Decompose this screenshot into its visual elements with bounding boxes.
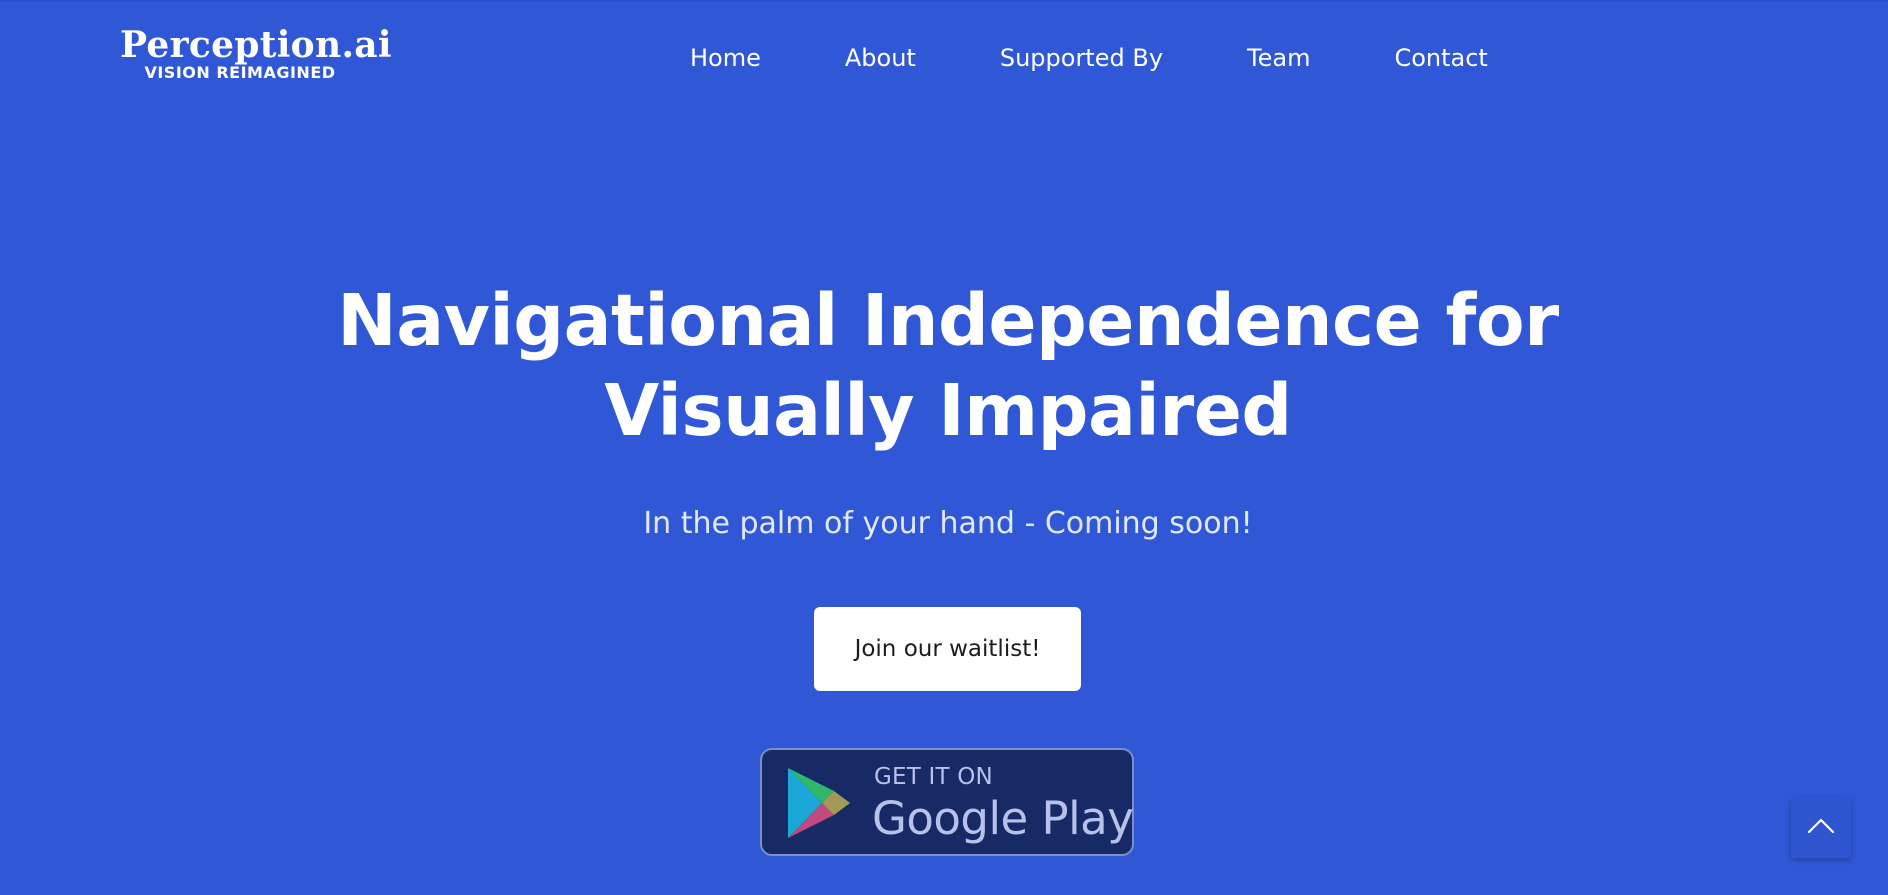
badge-store-name: Google Play <box>872 792 1134 845</box>
site-logo[interactable]: Perception.ai VISION REIMAGINED <box>120 24 392 82</box>
badge-small-text: GET IT ON <box>874 764 993 790</box>
google-play-badge[interactable]: GET IT ON Google Play <box>760 748 1134 856</box>
google-play-icon <box>788 768 850 838</box>
hero-subtitle: In the palm of your hand - Coming soon! <box>643 506 1253 541</box>
main-nav: Home About Supported By Team Contact <box>690 44 1488 72</box>
nav-team[interactable]: Team <box>1247 44 1310 72</box>
nav-home[interactable]: Home <box>690 44 761 72</box>
logo-name: Perception.ai <box>120 24 392 66</box>
nav-contact[interactable]: Contact <box>1394 44 1487 72</box>
hero-title-line1: Navigational Independence for <box>337 279 1559 362</box>
site-header: Perception.ai VISION REIMAGINED Home Abo… <box>0 0 1888 110</box>
hero-title: Navigational Independence for Visually I… <box>0 276 1888 456</box>
hero-title-line2: Visually Impaired <box>604 369 1292 452</box>
logo-tagline: VISION REIMAGINED <box>144 63 336 82</box>
nav-supported-by[interactable]: Supported By <box>1000 44 1163 72</box>
chevron-up-icon <box>1807 818 1835 834</box>
nav-about[interactable]: About <box>845 44 916 72</box>
back-to-top-button[interactable] <box>1791 798 1851 858</box>
join-waitlist-button[interactable]: Join our waitlist! <box>814 607 1081 691</box>
